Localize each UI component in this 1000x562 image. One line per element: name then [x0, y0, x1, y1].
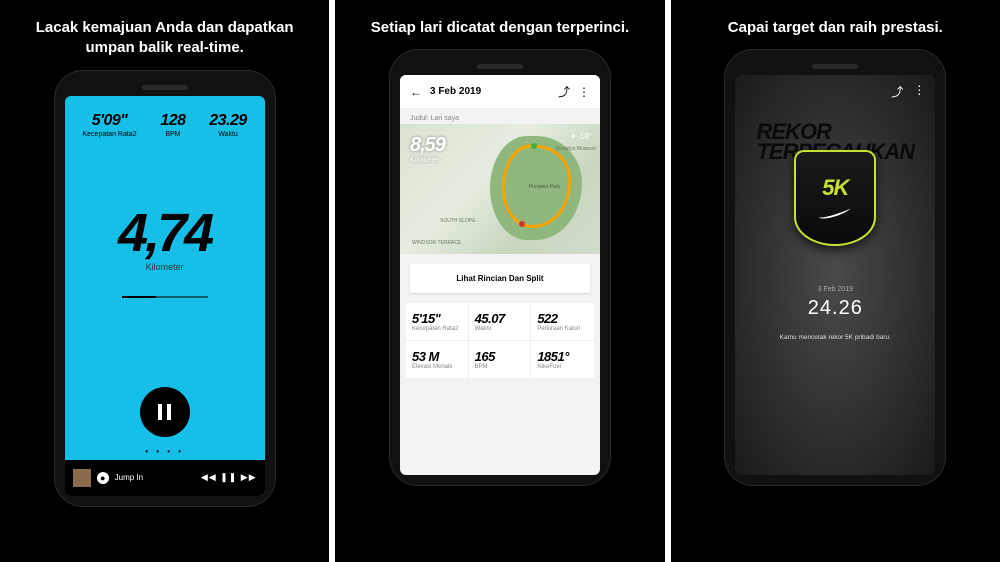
cell-label: BPM [475, 364, 525, 370]
phone-speaker [812, 64, 858, 69]
swoosh-icon [818, 207, 852, 221]
cell-label: Waktu [475, 326, 525, 332]
achievement-screen: ⤴ ⋮ REKOR TERPECAHKAN 5K 3 Feb 2019 24.2… [735, 75, 935, 475]
stat-time: 23.29 Waktu [209, 112, 247, 138]
share-icon[interactable]: ⤴ [891, 83, 903, 100]
stat-bpm: 128 BPM [160, 112, 185, 138]
cell-time: 45.07Waktu [469, 303, 532, 341]
map-label: WINDSOR TERRACE [412, 240, 461, 246]
panel-3: Capai target dan raih prestasi. ⤴ ⋮ REKO… [671, 0, 1000, 562]
phone-frame-1: 5'09" Kecepatan Rata2 128 BPM 23.29 Wakt… [55, 71, 275, 506]
panel-1-caption: Lacak kemajuan Anda dan dapatkan umpan b… [0, 0, 329, 67]
cell-value: 45.07 [475, 311, 525, 326]
more-icon[interactable]: ⋮ [578, 85, 590, 99]
sun-icon: ☀ [570, 132, 577, 141]
page-indicator[interactable]: • • • • [65, 447, 265, 460]
stat-pace: 5'09" Kecepatan Rata2 [83, 112, 137, 138]
run-detail-screen: ← 3 Feb 2019 ⤴ ⋮ Judul: Lari saya Brookl… [400, 75, 600, 475]
achievement-header: ⤴ ⋮ [881, 75, 935, 108]
cell-bpm: 165BPM [469, 341, 532, 379]
run-title-field[interactable]: Judul: Lari saya [400, 109, 600, 124]
stat-time-value: 23.29 [209, 112, 247, 130]
panel-3-caption: Capai target dan raih prestasi. [706, 0, 965, 46]
music-bar[interactable]: ● Jump In ◀◀ ❚❚ ▶▶ [65, 460, 265, 496]
more-icon[interactable]: ⋮ [913, 83, 925, 100]
weather-temp: 18° [580, 132, 592, 141]
panel-2-caption: Setiap lari dicatat dengan terperinci. [349, 0, 651, 46]
phone-speaker [477, 64, 523, 69]
stat-pace-value: 5'09" [83, 112, 137, 130]
pause-button[interactable] [140, 387, 190, 437]
track-name: Jump In [115, 473, 195, 482]
spotify-icon: ● [97, 472, 109, 484]
stats-grid: 5'15''Kecepatan Rata2 45.07Waktu 522Perk… [406, 303, 594, 379]
stat-time-label: Waktu [209, 131, 247, 138]
cell-value: 165 [475, 349, 525, 364]
map-label: Prospect Park [529, 184, 560, 190]
cell-pace: 5'15''Kecepatan Rata2 [406, 303, 469, 341]
cell-value: 522 [537, 311, 588, 326]
panel-1: Lacak kemajuan Anda dan dapatkan umpan b… [0, 0, 329, 562]
music-controls[interactable]: ◀◀ ❚❚ ▶▶ [201, 472, 257, 483]
stat-pace-label: Kecepatan Rata2 [83, 131, 137, 138]
weather-badge: ☀ 18° [570, 132, 592, 141]
cell-label: Perkiraan Kalori [537, 326, 588, 332]
cell-label: NikeFuel [537, 364, 588, 370]
achievement-badge[interactable]: 5K [794, 150, 876, 246]
cell-elev: 53 MElevasi Menaik [406, 341, 469, 379]
phone-speaker [142, 85, 188, 90]
header-date: 3 Feb 2019 [430, 86, 550, 97]
cell-value: 5'15'' [412, 311, 462, 326]
map-distance: 8,59 Kilometer [410, 134, 445, 164]
map-distance-label: Kilometer [410, 157, 445, 164]
phone-frame-3: ⤴ ⋮ REKOR TERPECAHKAN 5K 3 Feb 2019 24.2… [725, 50, 945, 485]
run-stats-row: 5'09" Kecepatan Rata2 128 BPM 23.29 Wakt… [65, 96, 265, 142]
share-icon[interactable]: ⤴ [558, 83, 570, 100]
achievement-value: 24.26 [808, 297, 863, 320]
cell-label: Kecepatan Rata2 [412, 326, 462, 332]
cell-value: 1851° [537, 349, 588, 364]
cell-cal: 522Perkiraan Kalori [531, 303, 594, 341]
achievement-date: 3 Feb 2019 [818, 286, 853, 293]
stat-bpm-label: BPM [160, 131, 185, 138]
progress-bar [122, 296, 208, 298]
map-label: SOUTH SLOPE [440, 218, 476, 224]
phone-frame-2: ← 3 Feb 2019 ⤴ ⋮ Judul: Lari saya Brookl… [390, 50, 610, 485]
album-art [73, 469, 91, 487]
app-showcase: Lacak kemajuan Anda dan dapatkan umpan b… [0, 0, 1000, 562]
achievement-message: Kamu mencetak rekor 5K pribadi baru. [780, 334, 891, 341]
back-icon[interactable]: ← [410, 85, 422, 99]
cell-fuel: 1851°NikeFuel [531, 341, 594, 379]
main-metric: 4,74 Kilometer [65, 142, 265, 359]
map-distance-value: 8,59 [410, 134, 445, 157]
map-label: Brooklyn Museum [556, 146, 596, 152]
cell-value: 53 M [412, 349, 462, 364]
detail-header: ← 3 Feb 2019 ⤴ ⋮ [400, 75, 600, 109]
badge-text: 5K [822, 175, 848, 201]
cell-label: Elevasi Menaik [412, 364, 462, 370]
route-map[interactable]: Brooklyn Museum Prospect Park WINDSOR TE… [400, 124, 600, 254]
pause-icon [158, 404, 171, 420]
view-splits-button[interactable]: Lihat Rincian Dan Split [410, 264, 590, 293]
distance-label: Kilometer [146, 262, 184, 272]
distance-value: 4,74 [118, 202, 211, 264]
stat-bpm-value: 128 [160, 112, 185, 130]
run-tracking-screen: 5'09" Kecepatan Rata2 128 BPM 23.29 Wakt… [65, 96, 265, 496]
panel-2: Setiap lari dicatat dengan terperinci. ←… [335, 0, 664, 562]
